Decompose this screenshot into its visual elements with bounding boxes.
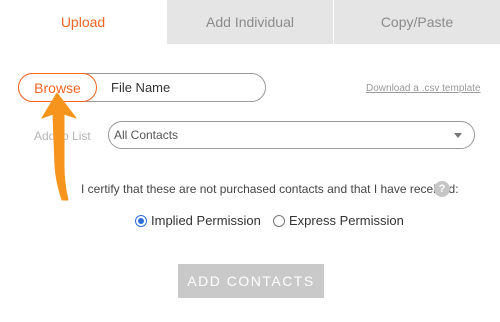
upload-contacts-panel: Upload Add Individual Copy/Paste Browse … — [0, 0, 500, 322]
radio-unchecked-icon[interactable] — [273, 214, 285, 227]
express-permission-label: Express Permission — [289, 213, 404, 228]
certify-statement: I certify that these are not purchased c… — [81, 182, 459, 196]
radio-checked-icon[interactable] — [135, 214, 147, 227]
file-name-field: File Name — [111, 80, 171, 95]
chevron-down-icon — [454, 133, 462, 138]
download-csv-template-link[interactable]: Download a .csv template — [366, 83, 481, 94]
help-icon[interactable]: ? — [434, 181, 450, 197]
browse-button[interactable]: Browse — [18, 73, 97, 102]
tab-copy-paste[interactable]: Copy/Paste — [333, 0, 500, 44]
express-permission-radio[interactable]: Express Permission — [273, 213, 404, 228]
implied-permission-radio[interactable]: Implied Permission — [135, 213, 261, 228]
list-select[interactable]: All Contacts — [108, 121, 475, 149]
list-select-value: All Contacts — [114, 128, 179, 142]
add-contacts-button[interactable]: ADD CONTACTS — [178, 264, 324, 298]
tab-upload[interactable]: Upload — [0, 0, 166, 44]
tab-add-individual[interactable]: Add Individual — [166, 0, 333, 44]
file-picker[interactable]: Browse File Name — [18, 73, 266, 102]
implied-permission-label: Implied Permission — [151, 213, 261, 228]
add-to-list-label: Add to List — [34, 129, 91, 143]
tab-bar: Upload Add Individual Copy/Paste — [0, 0, 500, 44]
